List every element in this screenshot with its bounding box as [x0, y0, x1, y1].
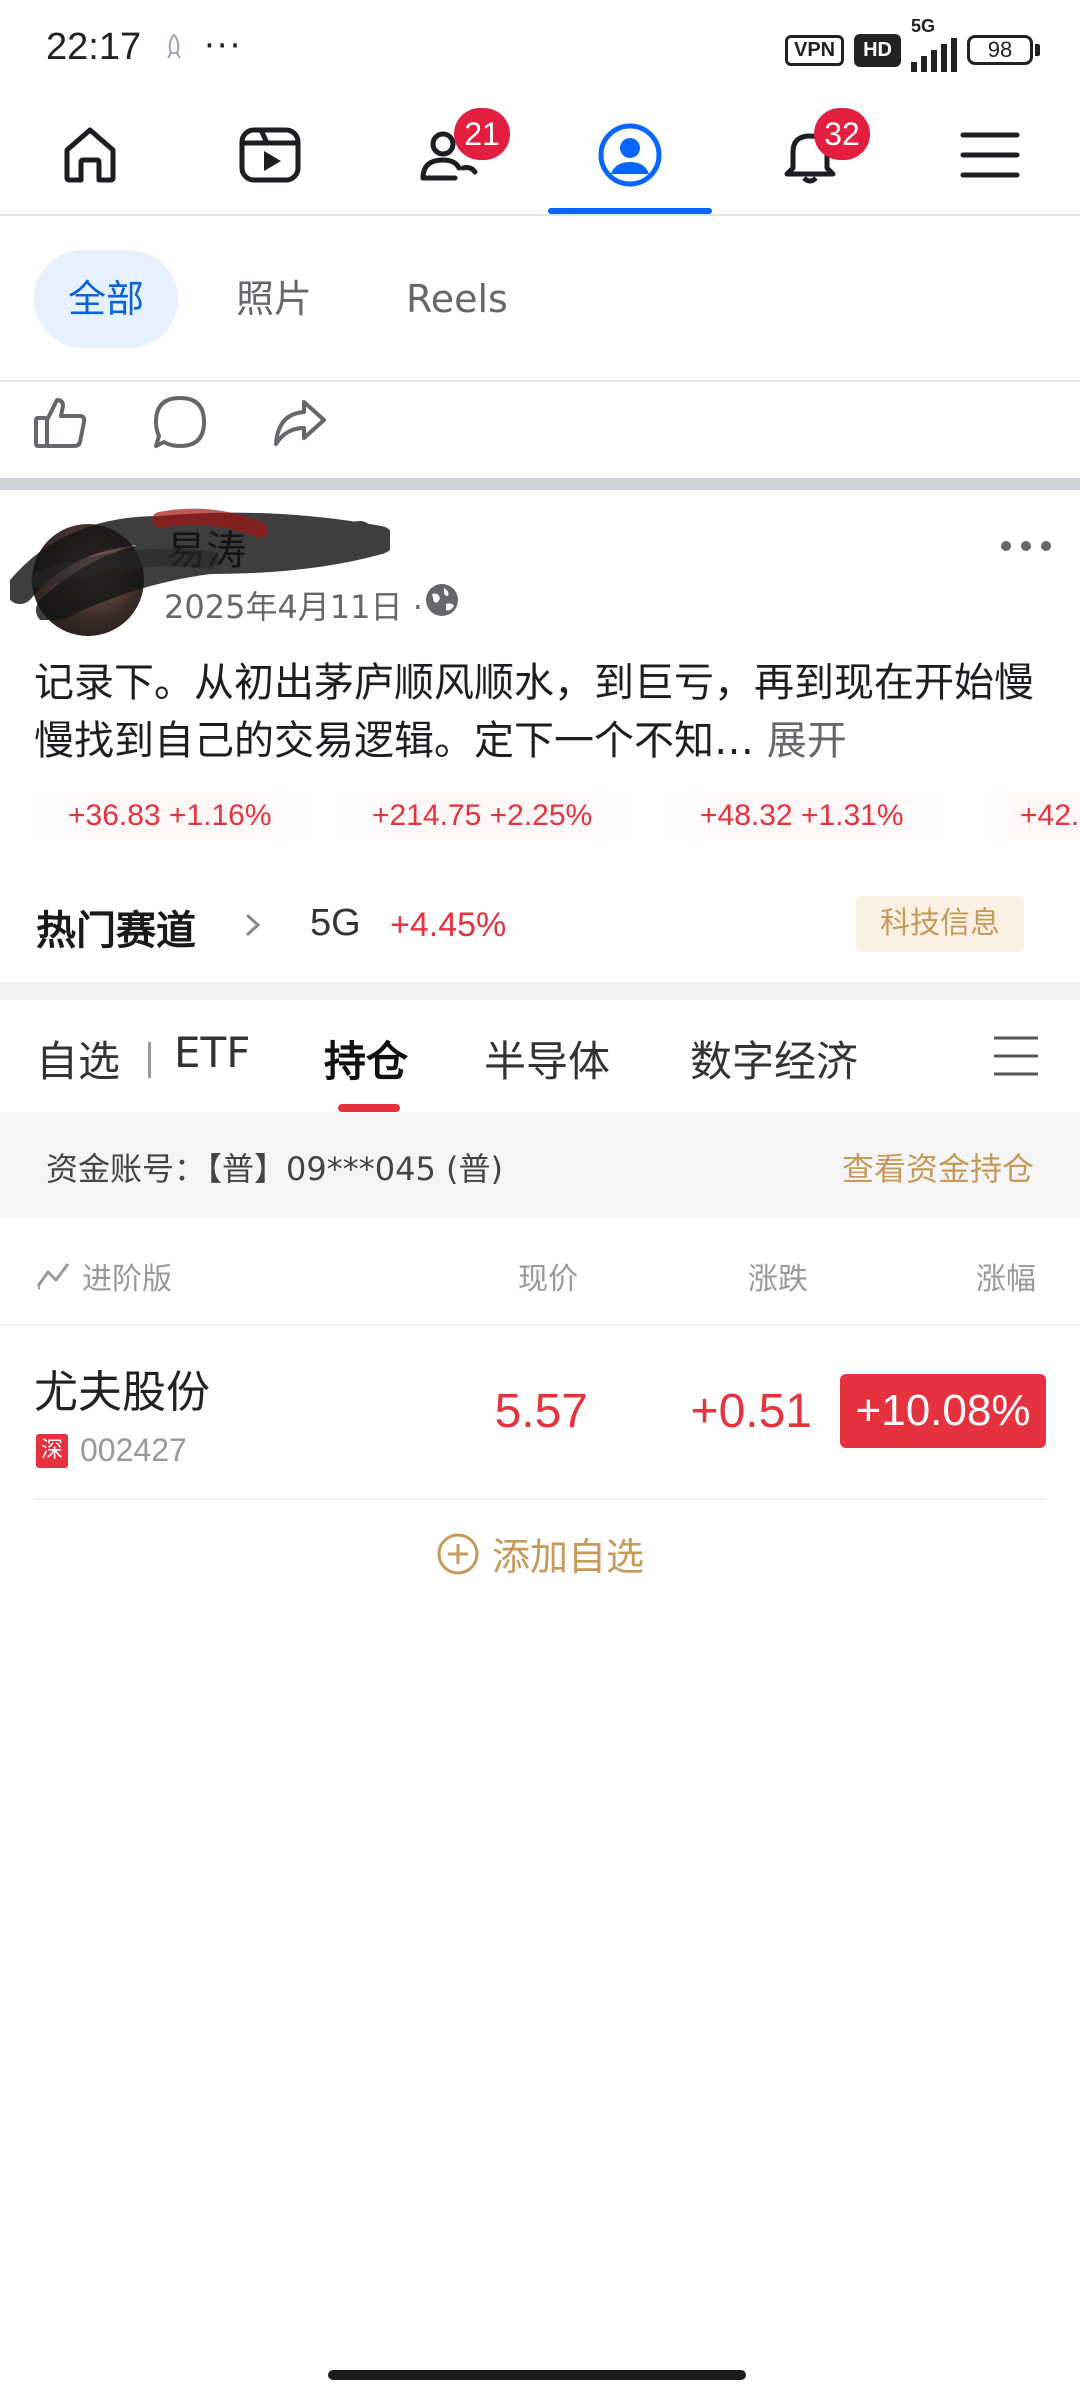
- home-indicator[interactable]: [328, 2370, 746, 2380]
- comment-icon[interactable]: [150, 392, 210, 452]
- status-bar: 22:17 ··· VPN HD 5G 98: [0, 0, 1080, 96]
- stock-name: 尤夫股份: [34, 1367, 210, 1418]
- post-header: 易涛 2025年4月11日 ·: [0, 490, 1080, 640]
- share-icon[interactable]: [270, 392, 330, 452]
- notifications-badge: 32: [814, 108, 870, 160]
- hot-track-title: 热门赛道: [36, 908, 196, 954]
- feed-divider: [0, 478, 1080, 490]
- holding-row[interactable]: 尤夫股份 深 002427 5.57 +0.51 +10.08%: [0, 1328, 1080, 1498]
- post-date[interactable]: 2025年4月11日 ·: [164, 582, 423, 628]
- hot-track-tag[interactable]: 科技信息: [856, 896, 1024, 952]
- battery-icon: 98: [967, 35, 1040, 65]
- video-icon: [239, 127, 301, 183]
- index-chip[interactable]: +42.: [984, 792, 1080, 840]
- nav-friends[interactable]: [370, 96, 530, 214]
- stock-change: +0.51: [690, 1385, 812, 1438]
- index-strip: +36.83 +1.16% +214.75 +2.25% +48.32 +1.3…: [0, 792, 1080, 840]
- nav-profile[interactable]: [550, 96, 710, 214]
- filter-tab-all[interactable]: 全部: [34, 250, 179, 348]
- stock-code: 002427: [80, 1432, 187, 1468]
- post-text: 记录下。从初出茅庐顺风顺水，到巨亏，再到现在开始慢慢找到自己的交易逻辑。定下一个…: [34, 654, 1054, 770]
- col-change[interactable]: 涨跌: [748, 1254, 808, 1298]
- index-chip[interactable]: +48.32 +1.31%: [664, 792, 940, 840]
- post-body: 记录下。从初出茅庐顺风顺水，到巨亏，再到现在开始慢慢找到自己的交易逻辑。定下一个…: [34, 660, 1034, 764]
- add-watchlist-label: 添加自选: [491, 1535, 644, 1579]
- battery-level: 98: [967, 35, 1033, 65]
- top-navigation: 21 32: [0, 96, 1080, 216]
- account-bar: 资金账号：【普】09***045 (普) 查看资金持仓: [0, 1112, 1080, 1218]
- menu-icon: [960, 132, 1020, 178]
- nav-home[interactable]: [10, 96, 170, 214]
- tab-menu-icon[interactable]: [990, 1034, 1042, 1078]
- friends-badge: 21: [454, 108, 510, 160]
- post-date-text: 2025年4月11日: [164, 588, 403, 626]
- tab-holdings[interactable]: 持仓: [324, 1028, 408, 1089]
- view-holdings-link[interactable]: 查看资金持仓: [842, 1144, 1034, 1190]
- index-chip[interactable]: +36.83 +1.16%: [32, 792, 308, 840]
- nav-menu[interactable]: [910, 96, 1070, 214]
- nav-video[interactable]: [190, 96, 350, 214]
- hd-icon: HD: [854, 33, 901, 67]
- active-tab-underline: [338, 1104, 400, 1112]
- status-more-dots: ···: [204, 26, 243, 66]
- watchlist-tabs: 自选 ETF 持仓 半导体 数字经济: [0, 1000, 1080, 1112]
- market-badge: 深: [36, 1434, 68, 1468]
- filter-tab-photos[interactable]: 照片: [202, 250, 346, 348]
- signal-icon: 5G: [911, 16, 957, 72]
- tab-semiconductor[interactable]: 半导体: [484, 1028, 610, 1089]
- hot-track-row[interactable]: 热门赛道 5G +4.45% 科技信息: [0, 880, 1080, 970]
- tab-etf[interactable]: ETF: [174, 1028, 250, 1077]
- stock-pct-badge: +10.08%: [840, 1374, 1046, 1448]
- post-action-row: [0, 382, 1080, 478]
- tab-watchlist[interactable]: 自选: [36, 1028, 120, 1089]
- col-price[interactable]: 现价: [518, 1254, 578, 1298]
- col-pct[interactable]: 涨幅: [976, 1254, 1036, 1298]
- profile-filter-tabs: 全部 照片 Reels: [0, 216, 1080, 382]
- status-icons: VPN HD 5G 98: [784, 16, 1040, 72]
- nav-notifications[interactable]: [730, 96, 890, 214]
- add-circle-icon: [437, 1533, 479, 1574]
- home-icon: [64, 127, 116, 183]
- tab-digital-economy[interactable]: 数字经济: [690, 1028, 858, 1089]
- hot-track-name: 5G: [310, 902, 361, 944]
- stock-price: 5.57: [494, 1385, 588, 1438]
- date-separator: ·: [412, 588, 423, 626]
- see-more-link[interactable]: 展开: [767, 718, 847, 764]
- chevron-right-icon: [246, 914, 261, 936]
- vpn-icon: VPN: [784, 34, 845, 66]
- trend-icon: [36, 1263, 70, 1290]
- rocket-icon: [167, 34, 181, 59]
- more-options-icon[interactable]: [998, 534, 1054, 558]
- advanced-mode-toggle[interactable]: 进阶版: [82, 1254, 172, 1298]
- active-tab-indicator: [548, 208, 712, 214]
- network-type: 5G: [911, 16, 936, 36]
- tab-divider: [148, 1042, 151, 1078]
- status-time: 22:17: [46, 26, 142, 68]
- holdings-list-header: 进阶版 现价 涨跌 涨幅: [0, 1218, 1080, 1326]
- account-number: 资金账号：【普】09***045 (普): [46, 1150, 503, 1188]
- hot-track-change: +4.45%: [390, 906, 507, 944]
- index-chip[interactable]: +214.75 +2.25%: [336, 792, 629, 840]
- like-icon[interactable]: [30, 392, 90, 452]
- profile-icon: [598, 123, 662, 187]
- add-watchlist-button[interactable]: 添加自选: [0, 1526, 1080, 1586]
- section-gap: [0, 982, 1080, 1000]
- globe-icon: [426, 584, 458, 616]
- filter-tab-reels[interactable]: Reels: [372, 250, 542, 348]
- row-divider: [34, 1498, 1046, 1500]
